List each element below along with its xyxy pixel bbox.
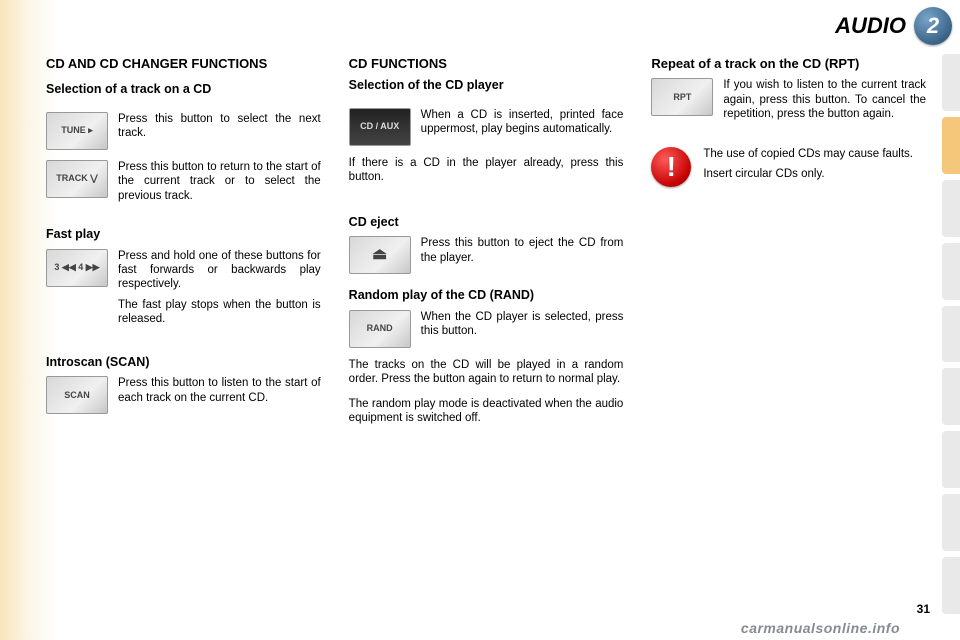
watermark: carmanualsonline.info <box>741 620 900 636</box>
instruction-text: Press this button to return to the start… <box>118 160 321 203</box>
instruction-para: The tracks on the CD will be played in a… <box>349 358 624 387</box>
instruction-para: The random play mode is deactivated when… <box>349 397 624 426</box>
content-columns: CD AND CD CHANGER FUNCTIONS Selection of… <box>46 56 926 616</box>
column-2: CD FUNCTIONS Selection of the CD player … <box>349 56 624 616</box>
instruction-block: RAND When the CD player is selected, pre… <box>349 310 624 348</box>
column-3: Repeat of a track on the CD (RPT) RPT If… <box>651 56 926 616</box>
section-heading-repeat: Repeat of a track on the CD (RPT) <box>651 56 926 72</box>
instruction-text: When a CD is inserted, printed face uppe… <box>421 108 624 137</box>
col1-heading: CD AND CD CHANGER FUNCTIONS <box>46 56 321 72</box>
side-tab <box>942 180 960 237</box>
side-tab <box>942 54 960 111</box>
chapter-badge: 2 <box>914 7 952 45</box>
header-title: AUDIO <box>835 13 906 39</box>
instruction-block: TRACK ⋁ Press this button to return to t… <box>46 160 321 203</box>
warning-line: The use of copied CDs may cause faults. <box>703 147 926 163</box>
button-photo-rpt: RPT <box>651 78 713 116</box>
section-heading-track-select: Selection of a track on a CD <box>46 82 321 98</box>
instruction-para: If there is a CD in the player already, … <box>349 156 624 185</box>
side-tab <box>942 306 960 363</box>
button-photo-scan: SCAN <box>46 376 108 414</box>
instruction-text: Press this button to eject the CD from t… <box>421 236 624 265</box>
instruction-block: 3 ◀◀ 4 ▶▶ Press and hold one of these bu… <box>46 249 321 327</box>
button-photo-tune: TUNE ▸ <box>46 112 108 150</box>
button-photo-eject: ⏏ <box>349 236 411 274</box>
side-tab-strip <box>942 54 960 614</box>
section-heading-introscan: Introscan (SCAN) <box>46 355 321 371</box>
instruction-text: Press this button to select the next tra… <box>118 112 321 141</box>
instruction-block: ⏏ Press this button to eject the CD from… <box>349 236 624 274</box>
page: AUDIO 2 CD AND CD CHANGER FUNCTIONS Sele… <box>0 0 960 640</box>
instruction-block: SCAN Press this button to listen to the … <box>46 376 321 414</box>
instruction-block: CD / AUX When a CD is inserted, printed … <box>349 108 624 146</box>
section-heading-cd-eject: CD eject <box>349 215 624 231</box>
side-tab <box>942 494 960 551</box>
instruction-para: Press and hold one of these buttons for … <box>118 249 321 292</box>
instruction-text: Press and hold one of these buttons for … <box>118 249 321 327</box>
side-tab <box>942 368 960 425</box>
button-photo-cdaux: CD / AUX <box>349 108 411 146</box>
warning-text: The use of copied CDs may cause faults. … <box>703 147 926 186</box>
warning-icon: ! <box>651 147 691 187</box>
page-number: 31 <box>917 602 930 616</box>
section-heading-fast-play: Fast play <box>46 227 321 243</box>
button-photo-rand: RAND <box>349 310 411 348</box>
column-1: CD AND CD CHANGER FUNCTIONS Selection of… <box>46 56 321 616</box>
instruction-text: If you wish to listen to the current tra… <box>723 78 926 121</box>
side-tab <box>942 557 960 614</box>
col2-heading: CD FUNCTIONS <box>349 56 624 72</box>
instruction-block: RPT If you wish to listen to the current… <box>651 78 926 121</box>
button-photo-fastplay: 3 ◀◀ 4 ▶▶ <box>46 249 108 287</box>
instruction-text: Press this button to listen to the start… <box>118 376 321 405</box>
side-tab <box>942 243 960 300</box>
button-photo-track: TRACK ⋁ <box>46 160 108 198</box>
section-heading-cdplayer-select: Selection of the CD player <box>349 78 624 94</box>
instruction-block: TUNE ▸ Press this button to select the n… <box>46 112 321 150</box>
instruction-para: The fast play stops when the button is r… <box>118 298 321 327</box>
page-header: AUDIO 2 <box>0 6 960 46</box>
warning-box: ! The use of copied CDs may cause faults… <box>651 147 926 187</box>
warning-line: Insert circular CDs only. <box>703 167 926 183</box>
side-tab <box>942 431 960 488</box>
side-tab-active <box>942 117 960 174</box>
section-heading-random: Random play of the CD (RAND) <box>349 288 624 304</box>
instruction-text: When the CD player is selected, press th… <box>421 310 624 339</box>
